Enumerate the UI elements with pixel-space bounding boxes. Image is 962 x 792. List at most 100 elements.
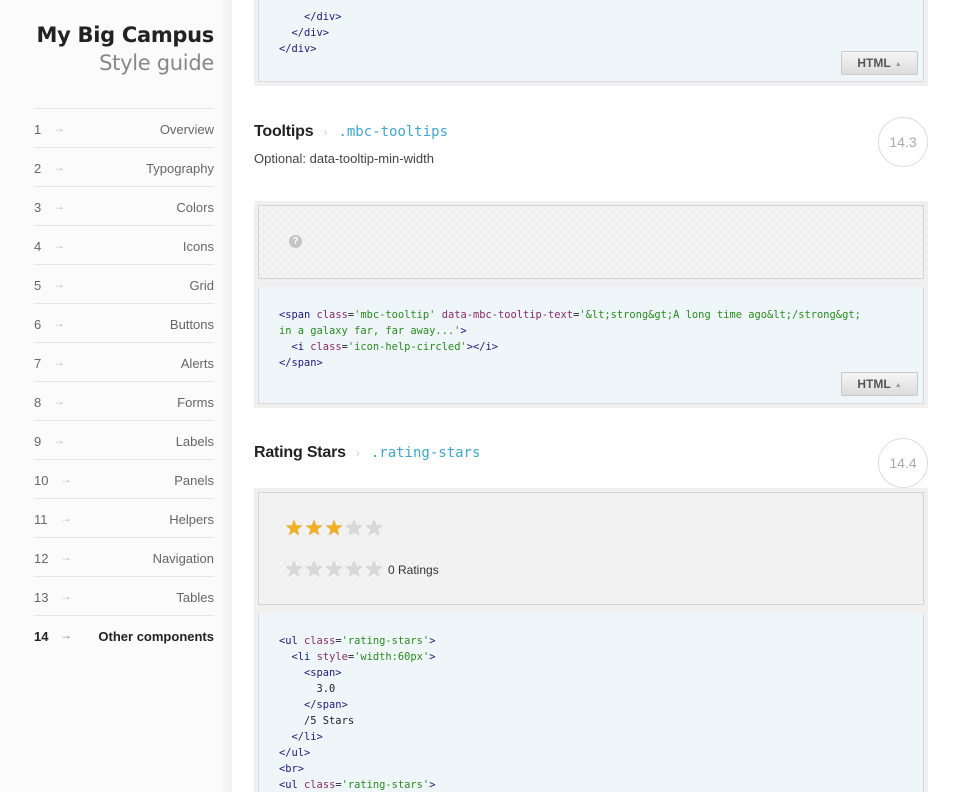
chevron-right-icon: ›	[355, 446, 360, 460]
right-arrow-icon: →	[53, 355, 65, 369]
right-arrow-icon: →	[60, 511, 72, 525]
sidebar-item-label: Colors	[176, 200, 214, 215]
brand-title[interactable]: My Big Campus	[37, 21, 215, 49]
star-icon: ★	[324, 558, 344, 581]
star-icon: ★	[284, 558, 304, 581]
demo-panel-tooltips: ?	[254, 201, 928, 283]
star-icon: ★	[304, 517, 324, 540]
sidebar-item-buttons[interactable]: 6 → Buttons	[34, 303, 214, 342]
sidebar-item-number: 10	[34, 473, 49, 488]
code-box: </div> </div> </div> HTML ▲	[258, 0, 924, 82]
right-arrow-icon: →	[60, 589, 72, 603]
star-icon: ★	[344, 517, 364, 540]
code-box: <ul class='rating-stars'> <li style='wid…	[258, 613, 924, 792]
sidebar-item-typography[interactable]: 2 → Typography	[34, 147, 214, 186]
right-arrow-icon: →	[53, 433, 65, 447]
sidebar-item-label: Tables	[176, 590, 214, 605]
sidebar-item-panels[interactable]: 10 → Panels	[34, 459, 214, 498]
sidebar-item-number: 13	[34, 590, 49, 605]
section-number-badge: 14.3	[878, 117, 928, 167]
code-panel-previous: </div> </div> </div> HTML ▲	[254, 0, 928, 86]
code-snippet: <span class='mbc-tooltip' data-mbc-toolt…	[279, 309, 861, 369]
sidebar-item-label: Overview	[159, 122, 214, 137]
code-box: <span class='mbc-tooltip' data-mbc-toolt…	[258, 287, 924, 404]
section-description: Optional: data-tooltip-min-width	[254, 151, 434, 166]
sidebar-item-colors[interactable]: 3 → Colors	[34, 186, 214, 225]
sidebar-item-alerts[interactable]: 7 → Alerts	[34, 342, 214, 381]
sidebar-item-label: Typography	[146, 161, 214, 176]
sidebar-item-number: 14	[34, 629, 49, 644]
caret-up-icon: ▲	[894, 61, 902, 68]
html-toggle-button[interactable]: HTML ▲	[841, 51, 918, 75]
section-number-badge: 14.4	[878, 438, 928, 488]
sidebar-item-number: 3	[34, 200, 42, 215]
sidebar-item-grid[interactable]: 5 → Grid	[34, 264, 214, 303]
help-circled-icon[interactable]: ?	[289, 235, 302, 248]
star-icon: ★	[284, 517, 304, 540]
section-rating-stars: Rating Stars › .rating-stars 14.4	[254, 438, 928, 488]
sidebar-item-number: 7	[34, 356, 42, 371]
sidebar-item-number: 4	[34, 239, 42, 254]
demo-area: ★ ★ ★ ★ ★ ★ ★ ★ ★ ★ 0 Ratings	[258, 492, 924, 605]
right-arrow-icon: →	[60, 472, 72, 486]
right-arrow-icon: →	[53, 238, 65, 252]
star-icon: ★	[324, 517, 344, 540]
caret-up-icon: ▲	[894, 382, 902, 389]
brand-subtitle: Style guide	[99, 51, 214, 75]
sidebar-item-label: Icons	[182, 239, 214, 254]
right-arrow-icon: →	[60, 550, 72, 564]
star-icon: ★	[364, 558, 384, 581]
sidebar-item-overview[interactable]: 1 → Overview	[34, 108, 214, 147]
sidebar-item-helpers[interactable]: 11 → Helpers	[34, 498, 214, 537]
sidebar-item-label: Labels	[175, 434, 214, 449]
sidebar-item-label: Other components	[98, 629, 214, 644]
sidebar-item-label: Grid	[189, 278, 214, 293]
section-tooltips: Tooltips › .mbc-tooltips Optional: data-to…	[254, 117, 928, 167]
sidebar-item-forms[interactable]: 8 → Forms	[34, 381, 214, 420]
sidebar-nav: 1 → Overview 2 → Typography 3 → Colors 4 → Icons 5 → G…	[34, 108, 214, 654]
right-arrow-icon: →	[53, 160, 65, 174]
sidebar-item-label: Navigation	[152, 551, 214, 566]
right-arrow-icon: →	[53, 394, 65, 408]
sidebar-item-number: 1	[34, 122, 42, 137]
sidebar-item-number: 9	[34, 434, 42, 449]
sidebar-item-number: 2	[34, 161, 42, 176]
section-class-name: .rating-stars	[370, 445, 481, 461]
section-title: Rating Stars	[254, 444, 346, 461]
sidebar-item-label: Forms	[177, 395, 214, 410]
sidebar-item-labels[interactable]: 9 → Labels	[34, 420, 214, 459]
right-arrow-icon: →	[53, 277, 65, 291]
sidebar-item-label: Buttons	[169, 317, 214, 332]
star-icon: ★	[364, 517, 384, 540]
ratings-count: 0 Ratings	[388, 563, 439, 577]
sidebar-item-number: 5	[34, 278, 42, 293]
section-title: Tooltips	[254, 123, 314, 140]
sidebar-item-label: Helpers	[169, 512, 214, 527]
right-arrow-icon: →	[53, 199, 65, 213]
right-arrow-icon: →	[53, 316, 65, 330]
code-panel-rating-stars: <ul class='rating-stars'> <li style='wid…	[254, 609, 928, 792]
section-class-name: .mbc-tooltips	[338, 124, 449, 140]
sidebar-item-other-components[interactable]: 14 → Other components	[34, 615, 214, 654]
code-snippet: </div> </div> </div>	[279, 11, 342, 55]
main-content: </div> </div> </div> HTML ▲ Tooltips › .mbc…	[254, 0, 928, 792]
html-toggle-button[interactable]: HTML ▲	[841, 372, 918, 396]
code-snippet: <ul class='rating-stars'> <li style='wid…	[279, 635, 436, 791]
sidebar-item-number: 11	[34, 512, 48, 527]
sidebar-item-number: 12	[34, 551, 49, 566]
brand: My Big Campus Style guide	[37, 21, 215, 77]
sidebar-item-label: Panels	[174, 473, 214, 488]
sidebar-item-number: 6	[34, 317, 42, 332]
star-icon: ★	[304, 558, 324, 581]
sidebar-item-tables[interactable]: 13 → Tables	[34, 576, 214, 615]
sidebar-item-navigation[interactable]: 12 → Navigation	[34, 537, 214, 576]
sidebar: My Big Campus Style guide 1 → Overview 2 → Ty…	[0, 0, 232, 792]
sidebar-item-icons[interactable]: 4 → Icons	[34, 225, 214, 264]
code-panel-tooltips: <span class='mbc-tooltip' data-mbc-toolt…	[254, 283, 928, 408]
sidebar-item-label: Alerts	[180, 356, 214, 371]
sidebar-item-number: 8	[34, 395, 42, 410]
right-arrow-icon: →	[60, 628, 72, 642]
rating-stars-empty: ★ ★ ★ ★ ★ 0 Ratings	[284, 558, 439, 581]
rating-stars-filled: ★ ★ ★ ★ ★	[284, 517, 384, 540]
star-icon: ★	[344, 558, 364, 581]
